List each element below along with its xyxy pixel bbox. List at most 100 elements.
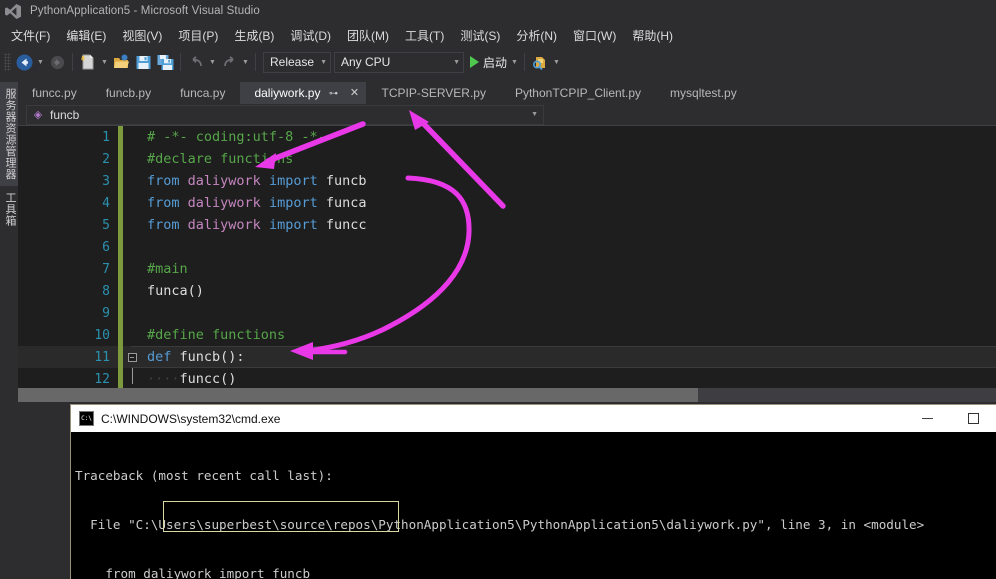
code-text: # -*- coding:utf-8 -*- (147, 129, 326, 145)
code-line[interactable]: 7 #main (18, 258, 996, 280)
title-bar: PythonApplication5 - Microsoft Visual St… (0, 0, 996, 22)
code-text: from daliywork import funcb (147, 173, 367, 189)
new-item-icon[interactable] (77, 51, 99, 73)
console-line: File "C:\Users\superbest\source\repos\Py… (75, 517, 925, 533)
chevron-down-icon: ▼ (531, 111, 538, 118)
code-text: #main (147, 261, 188, 277)
save-icon[interactable] (132, 51, 154, 73)
line-number: 3 (102, 173, 110, 189)
tab-label: daliywork.py (254, 86, 321, 100)
menu-item-project[interactable]: 项目(P) (170, 25, 226, 46)
change-marker (118, 148, 123, 170)
pin-tab-icon[interactable]: ⊶ (325, 85, 341, 101)
tab-pythontcpip-client-py[interactable]: PythonTCPIP_Client.py (501, 82, 657, 104)
menu-item-view[interactable]: 视图(V) (114, 25, 170, 46)
editor-horizontal-scroll-thumb[interactable] (18, 388, 698, 402)
toolbar-overflow-icon[interactable]: ▼ (551, 51, 562, 73)
tab-tcpip-server-py[interactable]: TCPIP-SERVER.py (367, 82, 501, 104)
start-debug-label: 启动 (483, 55, 508, 70)
tab-label: TCPIP-SERVER.py (381, 86, 486, 100)
change-marker (118, 368, 123, 390)
code-line[interactable]: 6 (18, 236, 996, 258)
tab-funca-py[interactable]: funca.py (166, 82, 241, 104)
change-marker (118, 258, 123, 280)
console-line: Traceback (most recent call last): (75, 468, 333, 484)
cmd-icon: C:\ (79, 411, 94, 426)
editor-horizontal-scrollbar[interactable] (18, 388, 996, 402)
line-number: 11 (94, 349, 110, 365)
code-line[interactable]: 9 (18, 302, 996, 324)
code-line[interactable]: 3 from daliywork import funcb (18, 170, 996, 192)
redo-icon[interactable] (218, 51, 240, 73)
python-module-icon: ◈ (33, 109, 43, 121)
menu-bar: 文件(F) 编辑(E) 视图(V) 项目(P) 生成(B) 调试(D) 团队(M… (0, 24, 996, 47)
undo-icon[interactable] (185, 51, 207, 73)
chevron-down-icon: ▼ (453, 58, 460, 66)
code-text: from daliywork import funcc (147, 217, 367, 233)
undo-caret-icon[interactable]: ▼ (207, 51, 218, 73)
navigate-back-caret-icon[interactable]: ▼ (35, 51, 46, 73)
code-line[interactable]: 8 funca() (18, 280, 996, 302)
tab-label: funcb.py (105, 86, 152, 100)
console-line: from daliywork import funcb (75, 565, 311, 579)
toolbar-separator (72, 53, 73, 71)
toolbar-grip[interactable] (4, 53, 11, 71)
new-item-caret-icon[interactable]: ▼ (99, 51, 110, 73)
save-all-icon[interactable] (154, 51, 176, 73)
sidebar-item-label: 工具箱 (4, 192, 16, 227)
code-line[interactable]: 4 from daliywork import funca (18, 192, 996, 214)
menu-item-edit[interactable]: 编辑(E) (58, 25, 114, 46)
play-icon (470, 56, 479, 68)
code-line[interactable]: 5 from daliywork import funcc (18, 214, 996, 236)
line-number: 10 (94, 327, 110, 343)
menu-item-team[interactable]: 团队(M) (339, 25, 397, 46)
menu-item-tools[interactable]: 工具(T) (397, 25, 452, 46)
navigate-back-icon[interactable] (13, 51, 35, 73)
menu-item-help[interactable]: 帮助(H) (624, 25, 681, 46)
minimize-icon[interactable] (904, 405, 950, 432)
console-title-bar[interactable]: C:\ C:\WINDOWS\system32\cmd.exe (71, 405, 996, 432)
code-lines: 1 # -*- coding:utf-8 -*- 2 #declare functio… (18, 126, 996, 402)
start-debug-caret-icon[interactable]: ▼ (509, 51, 520, 73)
open-folder-icon[interactable] (110, 51, 132, 73)
menu-item-test[interactable]: 测试(S) (452, 25, 508, 46)
menu-item-debug[interactable]: 调试(D) (282, 25, 339, 46)
code-line[interactable]: 10 #define functions (18, 324, 996, 346)
tab-mysqltest-py[interactable]: mysqltest.py (656, 82, 752, 104)
tab-label: funcc.py (32, 86, 77, 100)
console-output: Traceback (most recent call last): File … (71, 432, 996, 579)
line-number: 9 (102, 305, 110, 321)
code-text: #declare functions (147, 151, 294, 167)
tab-funcb-py[interactable]: funcb.py (92, 82, 167, 104)
code-editor[interactable]: 1 # -*- coding:utf-8 -*- 2 #declare functio… (18, 126, 996, 402)
menu-item-window[interactable]: 窗口(W) (565, 25, 624, 46)
maximize-icon[interactable] (950, 405, 996, 432)
menu-item-file[interactable]: 文件(F) (3, 25, 58, 46)
fold-collapse-icon[interactable]: − (123, 352, 141, 384)
attach-to-process-icon[interactable] (529, 51, 551, 73)
tab-daliywork-py[interactable]: daliywork.py ⊶ ✕ (240, 82, 368, 104)
navigate-forward-icon[interactable] (46, 51, 68, 73)
line-number: 5 (102, 217, 110, 233)
cmd-console-window[interactable]: C:\ C:\WINDOWS\system32\cmd.exe Tracebac… (70, 404, 996, 579)
menu-item-analyze[interactable]: 分析(N) (508, 25, 565, 46)
menu-item-build[interactable]: 生成(B) (226, 25, 282, 46)
redo-caret-icon[interactable]: ▼ (240, 51, 251, 73)
tab-funcc-py[interactable]: funcc.py (18, 82, 92, 104)
code-line[interactable]: 2 #declare functions (18, 148, 996, 170)
line-number: 2 (102, 151, 110, 167)
tab-label: funca.py (180, 86, 226, 100)
visual-studio-window: PythonApplication5 - Microsoft Visual St… (0, 0, 996, 579)
standard-toolbar: ▼ ▼ ▼ ▼ Release ▼ Any CPU ▼ 启动 ▼ ▼ (0, 48, 996, 76)
code-line[interactable]: 1 # -*- coding:utf-8 -*- (18, 126, 996, 148)
sidebar-item-toolbox[interactable]: 工具箱 (0, 186, 20, 233)
solution-configuration-combo[interactable]: Release ▼ (263, 51, 331, 73)
change-marker (118, 236, 123, 258)
code-line[interactable]: 12 ····funcc() (18, 368, 996, 390)
start-debug-button[interactable]: 启动 (468, 51, 509, 73)
solution-platform-combo[interactable]: Any CPU ▼ (334, 51, 464, 73)
navigation-scope-combo[interactable]: ◈ funcb ▼ (26, 104, 544, 125)
close-tab-icon[interactable]: ✕ (346, 85, 362, 101)
code-line[interactable]: 11− def funcb(): (18, 346, 996, 384)
sidebar-item-server-explorer[interactable]: 服务器资源管理器 (0, 82, 20, 186)
